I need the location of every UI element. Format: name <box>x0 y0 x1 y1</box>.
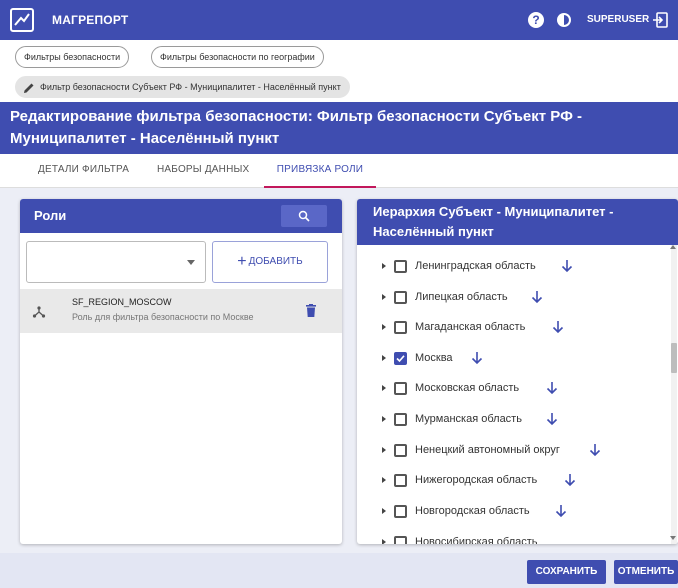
tab-bar: ДЕТАЛИ ФИЛЬТРА НАБОРЫ ДАННЫХ ПРИВЯЗКА РО… <box>0 154 678 188</box>
tree-checkbox[interactable] <box>394 536 407 544</box>
tree-item[interactable]: Новосибирская область <box>357 530 667 544</box>
expand-arrow-icon[interactable] <box>382 447 386 453</box>
tree-checkbox[interactable] <box>394 382 407 395</box>
user-menu[interactable]: SUPERUSER <box>587 14 649 25</box>
tree-item-label: Магаданская область <box>415 321 526 333</box>
tree-checkbox[interactable] <box>394 260 407 273</box>
arrow-down-icon[interactable] <box>561 259 573 273</box>
tree-checkbox[interactable] <box>394 321 407 334</box>
arrow-down-icon[interactable] <box>564 473 576 487</box>
tree-checkbox[interactable] <box>394 474 407 487</box>
breadcrumb-geo-filters[interactable]: Фильтры безопасности по географии <box>151 46 324 68</box>
tree-item-label: Новгородская область <box>415 505 530 517</box>
role-select[interactable] <box>26 241 206 283</box>
expand-arrow-icon[interactable] <box>382 355 386 361</box>
cancel-button[interactable]: ОТМЕНИТЬ <box>614 560 678 584</box>
arrow-down-icon[interactable] <box>471 351 483 365</box>
tree-item[interactable]: Московская область <box>357 376 667 402</box>
scroll-down-icon[interactable] <box>670 536 676 540</box>
hierarchy-panel-header: Иерархия Субъект - Муниципалитет - Насел… <box>357 199 678 245</box>
expand-arrow-icon[interactable] <box>382 324 386 330</box>
top-app-bar: МАГРЕПОРТ ? SUPERUSER <box>0 0 678 40</box>
app-title[interactable]: МАГРЕПОРТ <box>52 13 128 27</box>
tree-item-label: Ленинградская область <box>415 260 536 272</box>
arrow-down-icon[interactable] <box>546 381 558 395</box>
expand-arrow-icon[interactable] <box>382 263 386 269</box>
role-name: SF_REGION_MOSCOW <box>72 297 172 307</box>
arrow-down-icon[interactable] <box>555 504 567 518</box>
expand-arrow-icon[interactable] <box>382 508 386 514</box>
footer-bar: СОХРАНИТЬ ОТМЕНИТЬ <box>0 553 678 588</box>
expand-arrow-icon[interactable] <box>382 385 386 391</box>
pencil-icon <box>24 83 34 93</box>
expand-arrow-icon[interactable] <box>382 416 386 422</box>
breadcrumb-current-filter[interactable]: Фильтр безопасности Субъект РФ - Муницип… <box>15 76 350 98</box>
expand-arrow-icon[interactable] <box>382 539 386 544</box>
delete-icon[interactable] <box>306 304 316 317</box>
tab-filter-details[interactable]: ДЕТАЛИ ФИЛЬТРА <box>38 154 129 188</box>
tree-checkbox[interactable] <box>394 444 407 457</box>
tree-item-label: Московская область <box>415 382 520 394</box>
check-icon <box>396 355 405 363</box>
tree-checkbox[interactable] <box>394 505 407 518</box>
arrow-down-icon[interactable] <box>552 320 564 334</box>
tab-datasets[interactable]: НАБОРЫ ДАННЫХ <box>157 154 249 188</box>
theme-toggle-icon[interactable] <box>556 12 572 28</box>
breadcrumb: Фильтры безопасности Фильтры безопасност… <box>0 40 678 102</box>
tree-item[interactable]: Ненецкий автономный округ <box>357 438 667 464</box>
tree-checkbox[interactable] <box>394 291 407 304</box>
expand-arrow-icon[interactable] <box>382 477 386 483</box>
tree-item[interactable]: Мурманская область <box>357 407 667 433</box>
app-logo-icon[interactable] <box>10 8 34 32</box>
tree-scrollbar[interactable] <box>671 245 677 544</box>
add-role-button[interactable]: + ДОБАВИТЬ <box>212 241 328 283</box>
tree-item-label: Липецкая область <box>415 291 508 303</box>
tree-checkbox[interactable] <box>394 352 407 365</box>
breadcrumb-current-label: Фильтр безопасности Субъект РФ - Муницип… <box>40 82 341 92</box>
tree-item[interactable]: Ленинградская область <box>357 254 667 280</box>
arrow-down-icon[interactable] <box>589 443 601 457</box>
breadcrumb-security-filters[interactable]: Фильтры безопасности <box>15 46 130 68</box>
role-hierarchy-icon <box>32 306 46 318</box>
help-icon[interactable]: ? <box>528 12 544 28</box>
tree-item-label: Нижегородская область <box>415 474 538 486</box>
role-description: Роль для фильтра безопасности по Москве <box>72 312 254 322</box>
scrollbar-thumb[interactable] <box>671 343 677 373</box>
tree-item[interactable]: Москва <box>357 346 667 372</box>
roles-panel-title: Роли <box>34 208 67 223</box>
save-button[interactable]: СОХРАНИТЬ <box>527 560 606 584</box>
tree-checkbox[interactable] <box>394 413 407 426</box>
roles-panel-header: Роли <box>20 199 342 233</box>
add-role-label: ДОБАВИТЬ <box>248 256 303 267</box>
page-title: Редактирование фильтра безопасности: Фил… <box>0 102 678 154</box>
tree-item[interactable]: Магаданская область <box>357 315 667 341</box>
plus-icon: + <box>237 253 247 270</box>
tree-item[interactable]: Новгородская область <box>357 499 667 525</box>
tab-role-binding[interactable]: ПРИВЯЗКА РОЛИ <box>264 154 376 188</box>
arrow-down-icon[interactable] <box>531 290 543 304</box>
tree-item-label: Мурманская область <box>415 413 522 425</box>
roles-panel: Роли + ДОБАВИТЬ SF_REGION_MOSCOW Роль для… <box>20 199 342 544</box>
expand-arrow-icon[interactable] <box>382 294 386 300</box>
tree-item[interactable]: Липецкая область <box>357 285 667 311</box>
list-item[interactable]: SF_REGION_MOSCOW Роль для фильтра безопа… <box>20 289 342 333</box>
hierarchy-panel: Иерархия Субъект - Муниципалитет - Насел… <box>357 199 678 544</box>
search-button[interactable] <box>281 205 327 227</box>
tree-item[interactable]: Нижегородская область <box>357 468 667 494</box>
chevron-down-icon <box>187 260 195 265</box>
tree-item-label: Новосибирская область <box>415 536 538 544</box>
tree-item-label: Ненецкий автономный округ <box>415 444 560 456</box>
logout-icon[interactable] <box>651 11 669 29</box>
tree-item-label: Москва <box>415 352 453 364</box>
arrow-down-icon[interactable] <box>546 412 558 426</box>
search-icon <box>298 210 310 222</box>
scroll-up-icon[interactable] <box>670 245 676 249</box>
